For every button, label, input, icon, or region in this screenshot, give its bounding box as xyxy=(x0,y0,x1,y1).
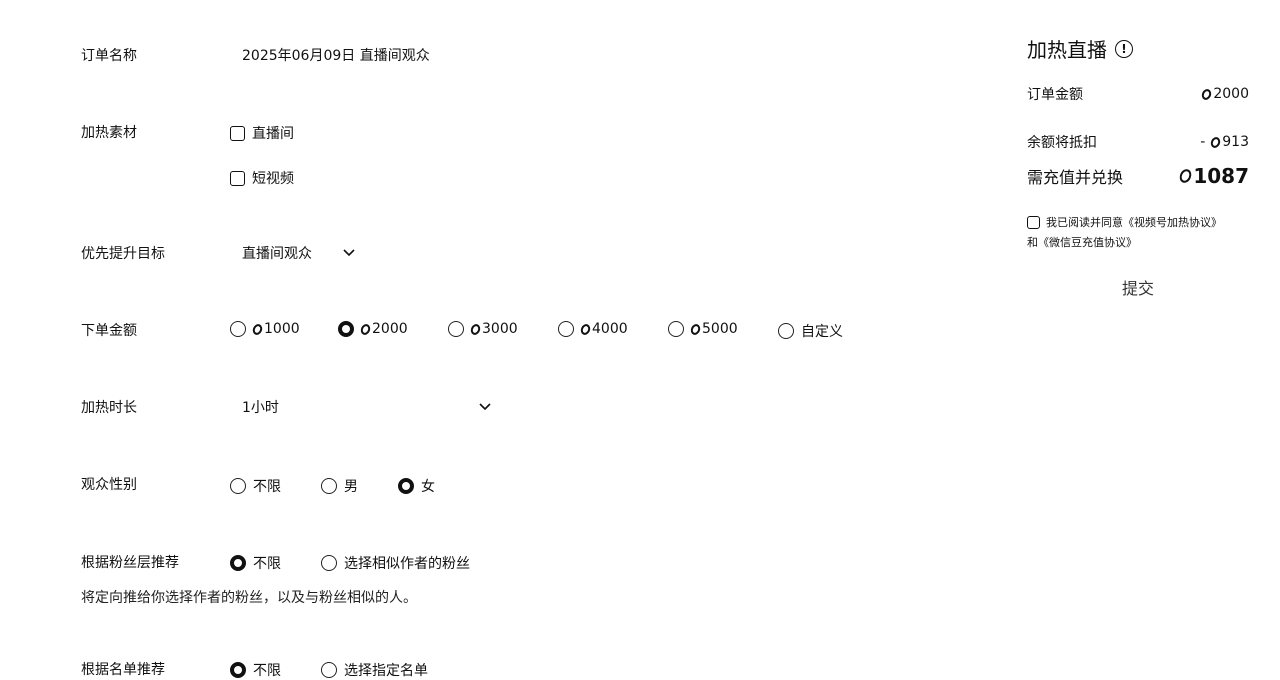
duration-select[interactable]: 1小时 xyxy=(242,397,492,417)
coin-icon xyxy=(1177,167,1194,185)
amount-option-label: 2000 xyxy=(372,321,408,337)
agreement-checkbox[interactable] xyxy=(1027,215,1040,229)
amount-option-custom[interactable]: 自定义 xyxy=(778,321,843,341)
amount-option-label: 3000 xyxy=(482,321,518,337)
coin-icon xyxy=(251,322,264,336)
goal-select[interactable]: 直播间观众 xyxy=(242,243,356,263)
recharge-row: 需充值并兑换 1087 xyxy=(1027,164,1249,188)
fans-option-label: 不限 xyxy=(253,556,281,572)
panel-title: 加热直播 ! xyxy=(1027,34,1133,63)
fans-option-similar[interactable]: 选择相似作者的粉丝 xyxy=(321,553,470,573)
submit-button[interactable]: 提交 xyxy=(1027,275,1249,299)
fans-radio[interactable] xyxy=(321,555,337,571)
chevron-down-icon xyxy=(478,402,492,412)
order-name-value[interactable]: 2025年06月09日 直播间观众 xyxy=(242,45,430,65)
balance-deduct-label: 余额将抵扣 xyxy=(1027,135,1097,151)
list-label: 根据名单推荐 xyxy=(81,662,165,678)
gender-label: 观众性别 xyxy=(81,477,137,493)
coin-icon xyxy=(469,322,482,336)
balance-deduct-row: 余额将抵扣 -913 xyxy=(1027,132,1249,152)
duration-select-value: 1小时 xyxy=(242,400,279,416)
gender-option-female[interactable]: 女 xyxy=(398,476,435,496)
amount-option-3000[interactable]: 3000 xyxy=(448,321,518,337)
coin-icon xyxy=(1209,135,1223,149)
goal-select-value: 直播间观众 xyxy=(242,246,312,262)
amount-radio[interactable] xyxy=(778,323,794,339)
gender-radio-selected[interactable] xyxy=(398,478,414,494)
fans-option-label: 选择相似作者的粉丝 xyxy=(344,556,470,572)
order-form: 订单名称 2025年06月09日 直播间观众 加热素材 直播间 短视频 优先提升… xyxy=(0,0,990,679)
gender-option-label: 不限 xyxy=(253,479,281,495)
amount-option-label: 1000 xyxy=(264,321,300,337)
amount-option-5000[interactable]: 5000 xyxy=(668,321,738,337)
goal-label: 优先提升目标 xyxy=(81,246,165,262)
amount-option-label: 5000 xyxy=(702,321,738,337)
amount-option-label: 4000 xyxy=(592,321,628,337)
agreement-text-line2[interactable]: 和《微信豆充值协议》 xyxy=(1027,233,1257,253)
fans-radio-selected[interactable] xyxy=(230,555,246,571)
order-amount-label: 订单金额 xyxy=(1027,87,1083,103)
material-label: 加热素材 xyxy=(81,125,137,141)
info-icon[interactable]: ! xyxy=(1115,39,1133,58)
list-option-any[interactable]: 不限 xyxy=(230,660,281,680)
list-option-label: 不限 xyxy=(253,663,281,679)
material-option-label: 短视频 xyxy=(252,171,294,187)
gender-option-label: 男 xyxy=(344,479,358,495)
fans-hint: 将定向推给你选择作者的粉丝，以及与粉丝相似的人。 xyxy=(81,590,417,606)
summary-panel: 加热直播 ! 订单金额 2000 余额将抵扣 -913 需充值并兑换 1087 … xyxy=(1027,0,1257,670)
duration-label: 加热时长 xyxy=(81,400,137,416)
list-option-custom[interactable]: 选择指定名单 xyxy=(321,660,428,680)
material-option-label: 直播间 xyxy=(252,126,294,142)
coin-icon xyxy=(359,322,372,336)
chevron-down-icon xyxy=(342,248,356,258)
fans-option-any[interactable]: 不限 xyxy=(230,553,281,573)
amount-option-1000[interactable]: 1000 xyxy=(230,321,300,337)
minus-sign: - xyxy=(1200,134,1206,150)
amount-option-label: 自定义 xyxy=(801,324,843,340)
recharge-label: 需充值并兑换 xyxy=(1027,168,1124,187)
order-amount-value: 2000 xyxy=(1213,86,1249,102)
gender-radio[interactable] xyxy=(321,478,337,494)
agreement: 我已阅读并同意《视频号加热协议》 和《微信豆充值协议》 xyxy=(1027,213,1257,253)
amount-radio[interactable] xyxy=(558,321,574,337)
balance-deduct-value: 913 xyxy=(1222,134,1249,150)
amount-radio-selected[interactable] xyxy=(338,321,354,337)
gender-radio[interactable] xyxy=(230,478,246,494)
amount-label: 下单金额 xyxy=(81,323,137,339)
gender-option-male[interactable]: 男 xyxy=(321,476,358,496)
gender-option-label: 女 xyxy=(421,479,435,495)
list-radio[interactable] xyxy=(321,662,337,678)
amount-radio[interactable] xyxy=(668,321,684,337)
panel-title-text: 加热直播 xyxy=(1027,38,1107,62)
short-video-checkbox[interactable] xyxy=(230,170,245,186)
coin-icon xyxy=(579,322,592,336)
coin-icon xyxy=(1200,87,1214,101)
amount-option-4000[interactable]: 4000 xyxy=(558,321,628,337)
amount-radio[interactable] xyxy=(230,321,246,337)
material-option-video[interactable]: 短视频 xyxy=(230,168,294,188)
amount-option-2000[interactable]: 2000 xyxy=(338,321,408,337)
recharge-value: 1087 xyxy=(1193,164,1249,188)
order-amount-row: 订单金额 2000 xyxy=(1027,84,1249,104)
coin-icon xyxy=(689,322,702,336)
amount-radio[interactable] xyxy=(448,321,464,337)
list-option-label: 选择指定名单 xyxy=(344,663,428,679)
order-name-label: 订单名称 xyxy=(81,48,137,64)
agreement-text-line1[interactable]: 我已阅读并同意《视频号加热协议》 xyxy=(1046,216,1222,229)
fans-label: 根据粉丝层推荐 xyxy=(81,555,179,571)
material-option-live[interactable]: 直播间 xyxy=(230,123,294,143)
live-room-checkbox[interactable] xyxy=(230,125,245,141)
gender-option-any[interactable]: 不限 xyxy=(230,476,281,496)
list-radio-selected[interactable] xyxy=(230,662,246,678)
